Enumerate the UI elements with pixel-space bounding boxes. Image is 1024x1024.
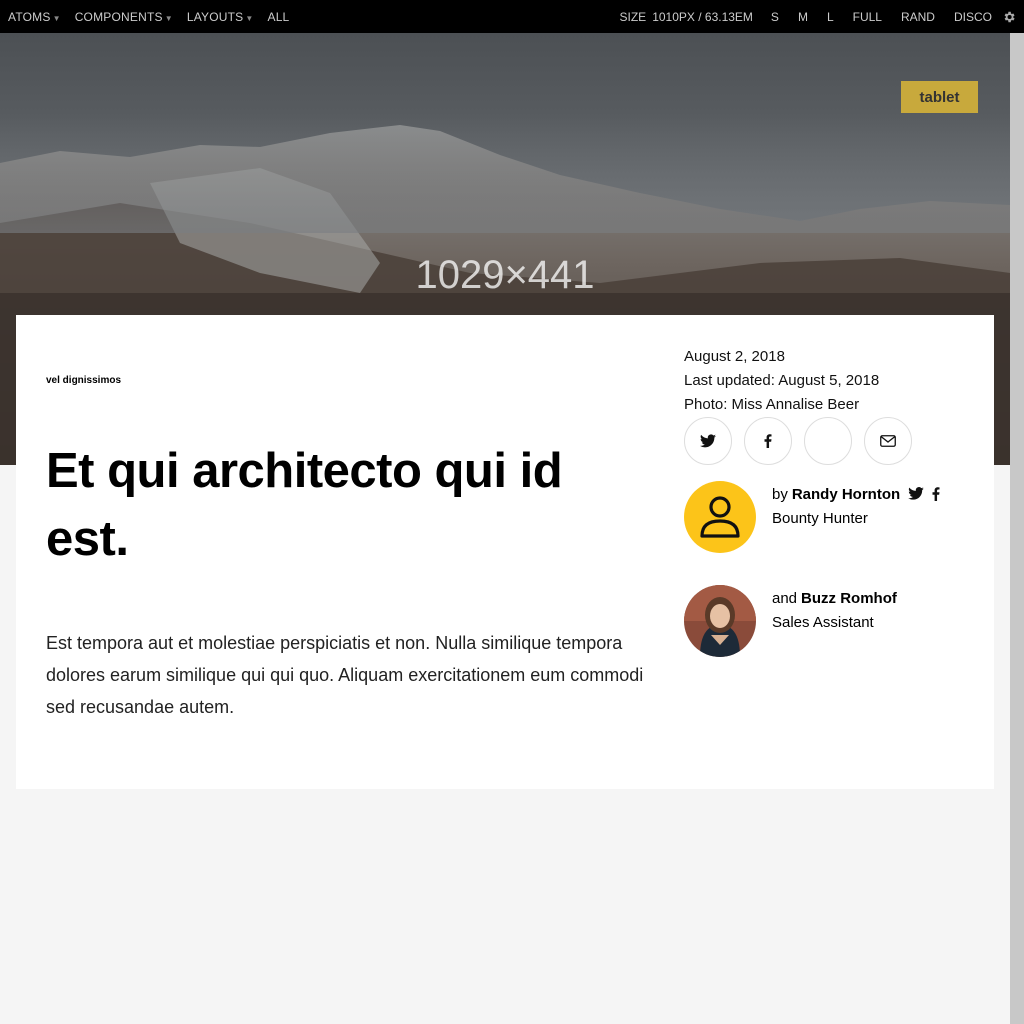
size-button-disco[interactable]: DISCO — [954, 10, 992, 24]
author-info: and Buzz Romhof Sales Assistant — [772, 587, 897, 657]
size-button-rand[interactable]: RAND — [901, 10, 935, 24]
author-item: by Randy Hornton Bounty Hunter — [684, 481, 948, 553]
article-kicker[interactable]: vel dignissimos — [46, 375, 121, 386]
article-headline: Et qui architecto qui id est. — [46, 444, 563, 566]
image-dimension-label: 1029×441 — [415, 253, 595, 297]
size-button-l[interactable]: L — [827, 10, 834, 24]
size-button-full[interactable]: FULL — [853, 10, 882, 24]
chevron-down-icon: ▼ — [52, 13, 61, 23]
pattern-lab-toolbar: ATOMS ▼ COMPONENTS ▼ LAYOUTS ▼ ALL SIZE 101… — [0, 0, 1024, 33]
twitter-icon[interactable] — [908, 487, 925, 500]
author-name[interactable]: Buzz Romhof — [801, 590, 897, 607]
author-role: Bounty Hunter — [772, 510, 868, 527]
chevron-down-icon: ▼ — [245, 13, 254, 23]
share-facebook-button[interactable] — [744, 417, 792, 465]
nav-components-label: COMPONENTS — [74, 9, 163, 24]
avatar[interactable] — [684, 481, 756, 553]
photo-credit: Photo: Miss Annalise Beer — [684, 396, 860, 413]
nav-all[interactable]: ALL — [267, 10, 289, 24]
article-card: vel dignissimos Et qui architecto qui id… — [16, 315, 994, 789]
author-item: and Buzz Romhof Sales Assistant — [684, 585, 897, 657]
size-label: SIZE — [619, 9, 647, 24]
viewport-resize-handle[interactable] — [1010, 33, 1024, 1024]
author-name[interactable]: Randy Hornton — [792, 486, 900, 503]
share-twitter-button[interactable] — [684, 417, 732, 465]
author-prefix: and — [772, 590, 798, 607]
publish-date: August 2, 2018 — [684, 348, 785, 365]
article-deck: Est tempora aut et molestiae perspiciati… — [46, 633, 644, 717]
nav-layouts-label: LAYOUTS — [186, 9, 244, 24]
share-email-button[interactable] — [864, 417, 912, 465]
author-photo — [684, 585, 756, 657]
toolbar-size-controls: SIZE 1010PX / 63.13EM S M L FULL RAND DI… — [620, 10, 1024, 24]
twitter-icon — [700, 434, 716, 448]
share-buttons — [684, 417, 924, 465]
user-placeholder-icon — [700, 496, 740, 538]
author-role: Sales Assistant — [772, 614, 874, 631]
toolbar-nav: ATOMS ▼ COMPONENTS ▼ LAYOUTS ▼ ALL — [0, 10, 303, 24]
author-info: by Randy Hornton Bounty Hunter — [772, 483, 948, 553]
avatar[interactable] — [684, 585, 756, 657]
gear-icon[interactable] — [1002, 10, 1016, 24]
breakpoint-badge: tablet — [901, 81, 978, 113]
size-button-m[interactable]: M — [798, 10, 808, 24]
size-value[interactable]: 1010PX / 63.13EM — [652, 10, 753, 24]
mail-icon — [880, 435, 896, 447]
author-social-links — [908, 486, 948, 501]
nav-layouts[interactable]: LAYOUTS ▼ — [187, 10, 254, 24]
size-button-s[interactable]: S — [771, 10, 779, 24]
updated-date: Last updated: August 5, 2018 — [684, 372, 880, 389]
facebook-icon[interactable] — [932, 486, 940, 501]
nav-atoms[interactable]: ATOMS ▼ — [8, 10, 61, 24]
share-blank-button[interactable] — [804, 417, 852, 465]
chevron-down-icon: ▼ — [164, 13, 173, 23]
facebook-icon — [764, 434, 772, 448]
nav-atoms-label: ATOMS — [8, 9, 51, 24]
author-prefix: by — [772, 486, 788, 503]
nav-components[interactable]: COMPONENTS ▼ — [75, 10, 173, 24]
article-meta: August 2, 2018 Last updated: August 5, 2… — [684, 345, 879, 417]
